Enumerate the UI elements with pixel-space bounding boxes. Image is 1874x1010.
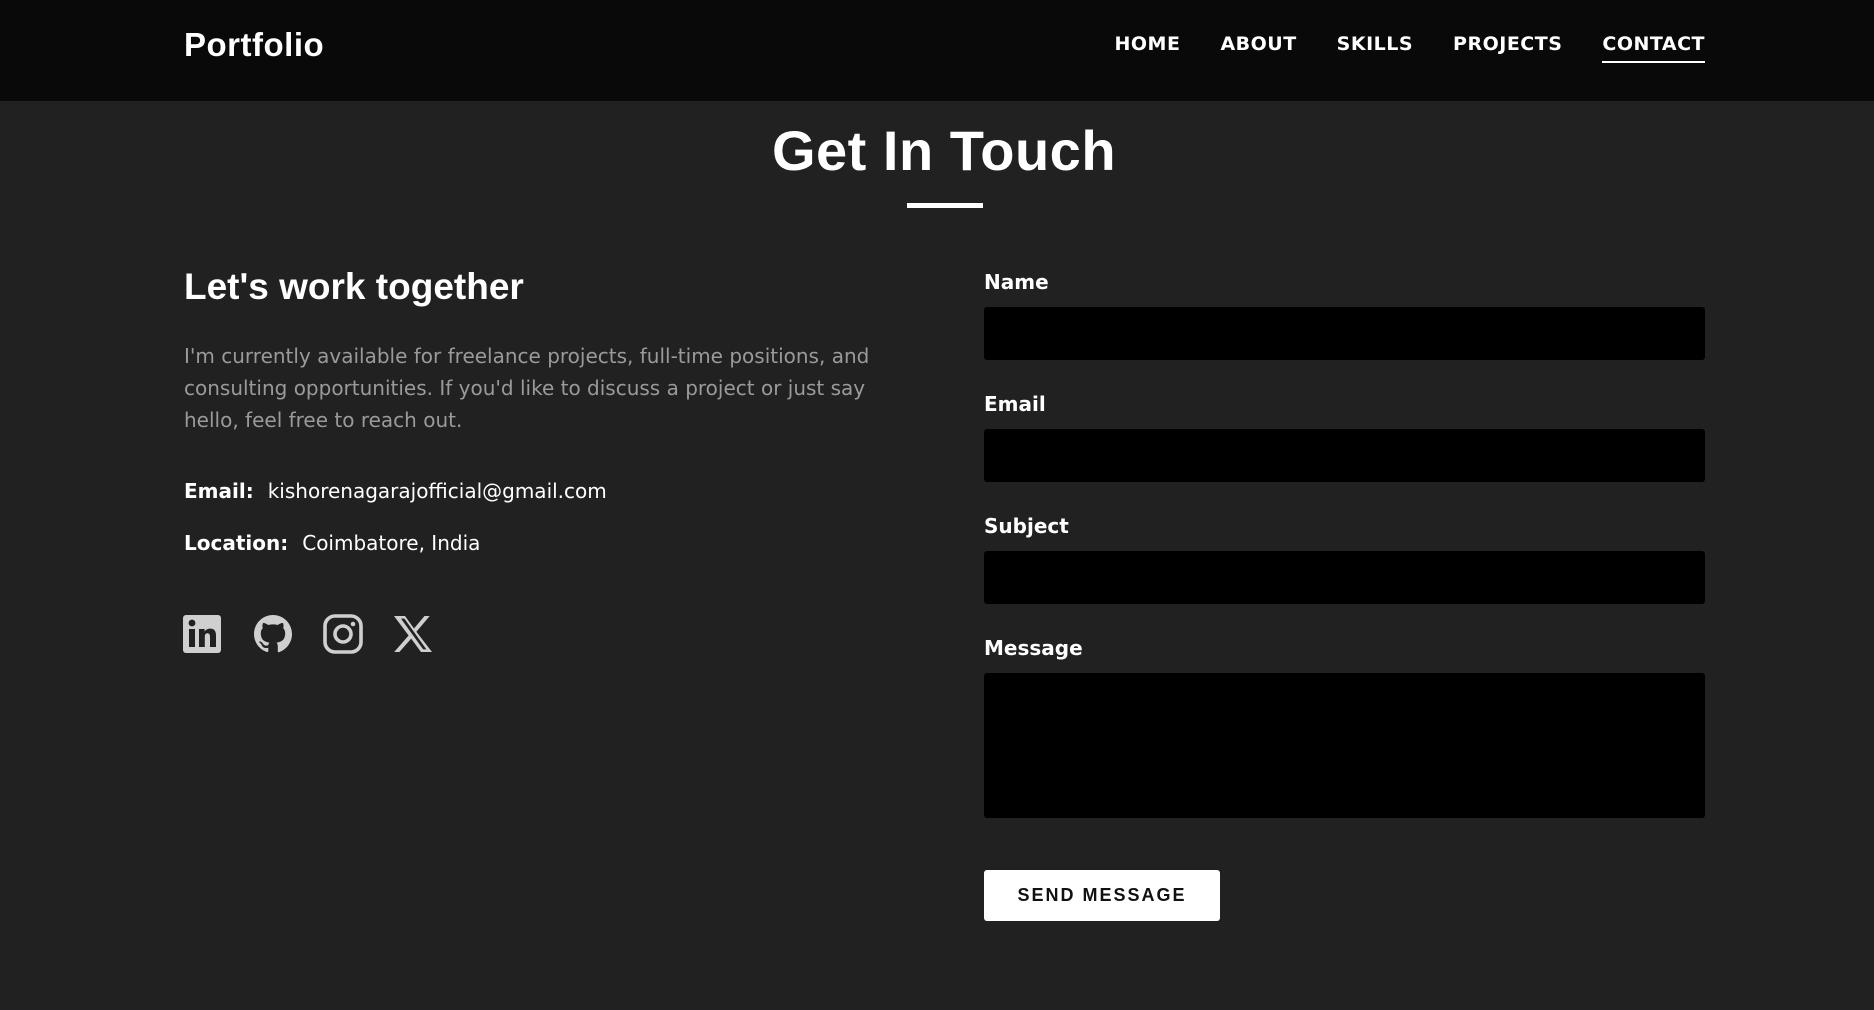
- subject-input[interactable]: [984, 551, 1705, 604]
- email-field-label: Email: [984, 392, 1046, 416]
- email-label: Email:: [184, 479, 254, 503]
- send-message-button[interactable]: SEND MESSAGE: [984, 870, 1220, 921]
- location-value: Coimbatore, India: [302, 531, 481, 555]
- contact-location-row: Location: Coimbatore, India: [184, 531, 480, 555]
- social-links: [183, 614, 433, 654]
- nav-home[interactable]: HOME: [1114, 33, 1180, 63]
- nav-about[interactable]: ABOUT: [1220, 33, 1296, 63]
- contact-form: Name Email Subject Message: [984, 270, 1705, 818]
- email-value: kishorenagarajofficial@gmail.com: [267, 479, 607, 503]
- section-title: Get In Touch: [771, 119, 1117, 182]
- info-heading: Let's work together: [184, 266, 524, 307]
- x-icon[interactable]: [393, 614, 433, 654]
- linkedin-icon[interactable]: [183, 614, 223, 654]
- title-underline: [907, 203, 983, 208]
- contact-email-row: Email: kishorenagarajofficial@gmail.com: [184, 479, 607, 503]
- brand-logo[interactable]: Portfolio: [184, 26, 324, 64]
- nav-projects[interactable]: PROJECTS: [1453, 33, 1562, 63]
- info-description: I'm currently available for freelance pr…: [184, 344, 870, 432]
- nav-skills[interactable]: SKILLS: [1337, 33, 1413, 63]
- location-label: Location:: [184, 531, 289, 555]
- name-label: Name: [984, 270, 1049, 294]
- github-icon[interactable]: [253, 614, 293, 654]
- instagram-icon[interactable]: [323, 614, 363, 654]
- email-input[interactable]: [984, 429, 1705, 482]
- nav-contact[interactable]: CONTACT: [1602, 33, 1705, 63]
- main-nav: HOME ABOUT SKILLS PROJECTS CONTACT: [1114, 33, 1705, 63]
- name-input[interactable]: [984, 307, 1705, 360]
- message-label: Message: [984, 636, 1083, 660]
- site-header: Portfolio HOME ABOUT SKILLS PROJECTS CON…: [0, 0, 1874, 101]
- subject-label: Subject: [984, 514, 1069, 538]
- message-textarea[interactable]: [984, 673, 1705, 818]
